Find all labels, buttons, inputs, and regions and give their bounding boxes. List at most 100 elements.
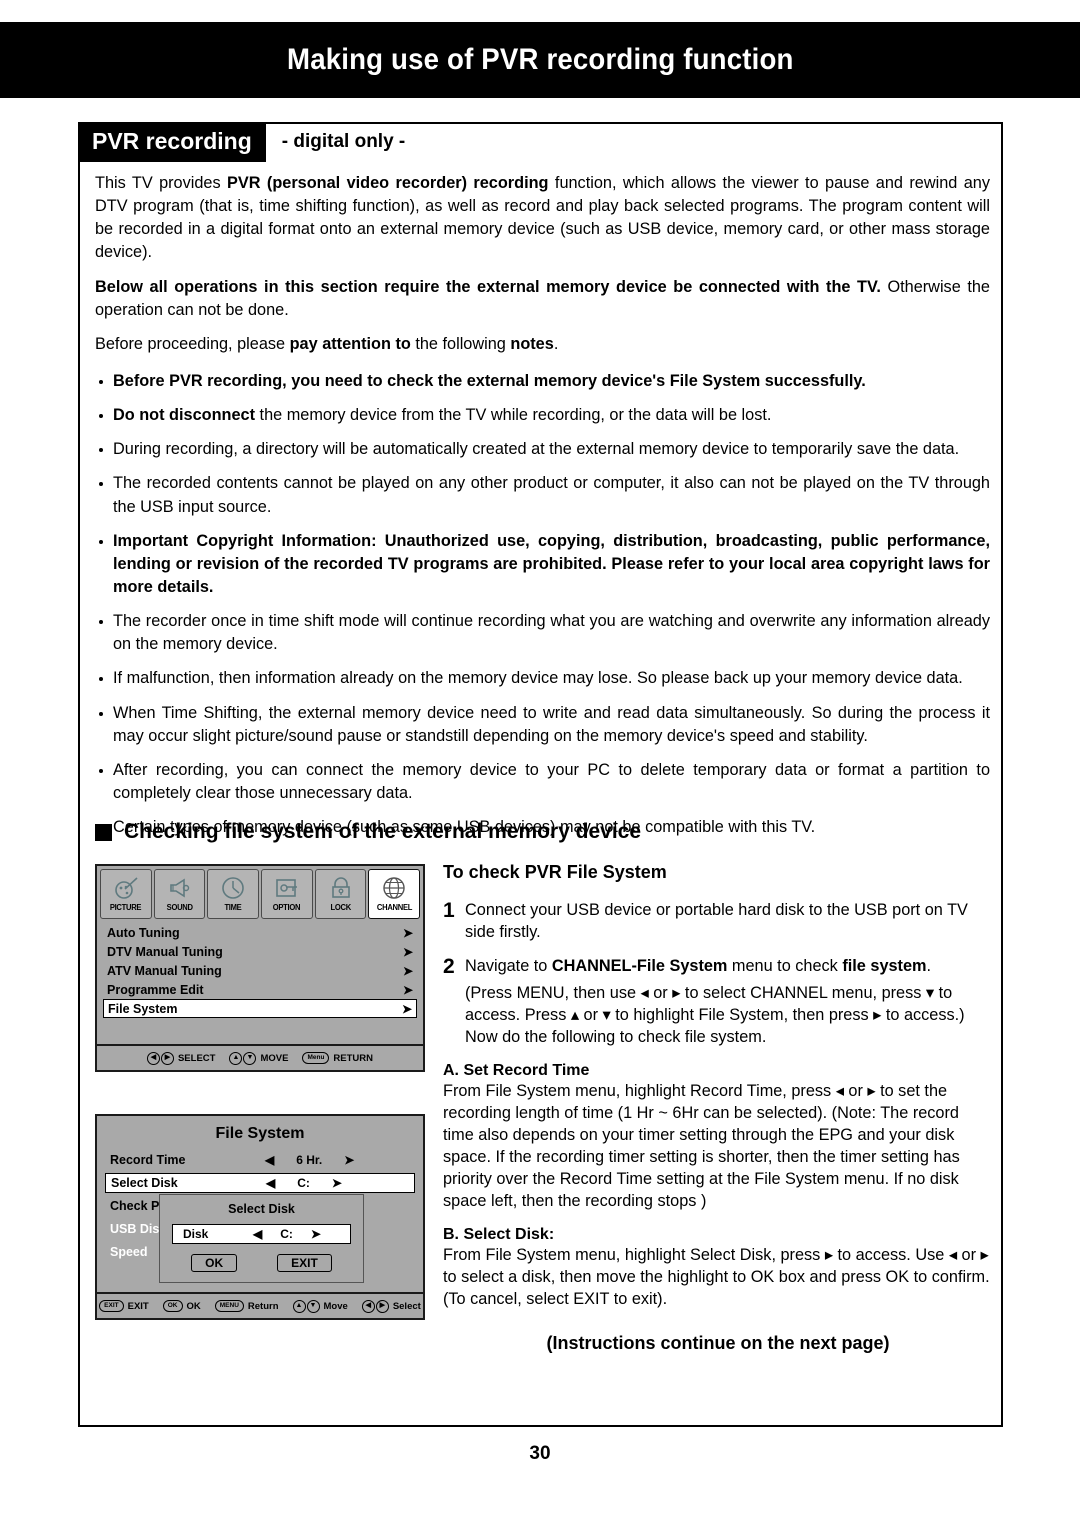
speaker-icon <box>167 872 193 903</box>
left-arrow-icon[interactable]: ◀ <box>253 1227 262 1241</box>
osd-menu-label: DTV Manual Tuning <box>107 944 223 959</box>
osd-icon-channel[interactable]: CHANNEL <box>368 869 421 919</box>
instruction-step-1: 1 Connect your USB device or portable ha… <box>443 899 993 943</box>
globe-icon <box>381 872 407 903</box>
attention-b: pay attention to <box>289 334 411 353</box>
osd-icon-label: SOUND <box>166 903 193 912</box>
intro-p1-a: This TV provides <box>95 174 228 192</box>
osd-footer-label: RETURN <box>333 1052 374 1064</box>
intro-p1-bold: PVR (personal video recorder) recording <box>227 174 549 192</box>
section-b-body: From File System menu, highlight Select … <box>443 1246 990 1309</box>
notes-list: Before PVR recording, you need to check … <box>95 370 990 839</box>
body-text-area: This TV provides PVR (personal video rec… <box>95 172 990 850</box>
osd-icon-label: TIME <box>224 903 242 912</box>
fs-row-label: Select Disk <box>111 1176 178 1190</box>
exit-button[interactable]: EXIT <box>277 1254 332 1272</box>
osd-icon-lock[interactable]: LOCK <box>314 869 367 919</box>
requirement-bold: Below all operations in this section req… <box>95 277 881 296</box>
osd-menu-item-dtv-manual-tuning[interactable]: DTV Manual Tuning ➤ <box>103 942 417 961</box>
left-arrow-icon[interactable]: ◀ <box>266 1176 275 1190</box>
right-arrow-icon[interactable]: ➤ <box>344 1153 354 1167</box>
fs-row-label: Record Time <box>110 1153 186 1167</box>
attention-a: Before proceeding, please <box>95 334 290 353</box>
osd-menu-item-file-system[interactable]: File System ➤ <box>103 999 417 1018</box>
osd-icon-time[interactable]: TIME <box>207 869 260 919</box>
osd-channel-menu: PICTURE SOUND TIME OPTION LOCK CHANNEL A… <box>95 864 425 1072</box>
attention-paragraph: Before proceeding, please pay attention … <box>95 333 990 356</box>
chevron-right-icon: ➤ <box>402 944 413 959</box>
chevron-right-icon: ➤ <box>401 1001 412 1016</box>
subsection-title: Checking file system of the external mem… <box>124 820 642 843</box>
osd-icon-label: LOCK <box>330 903 351 912</box>
list-item: Before PVR recording, you need to check … <box>95 370 990 393</box>
right-arrow-icon[interactable]: ➤ <box>311 1227 321 1241</box>
osd-file-system-footer: EXIT EXIT OK OK MENU Return ▲ ▼ Move ◀ ▶ S… <box>97 1292 423 1318</box>
fs-row-value: 6 Hr. <box>296 1153 323 1167</box>
step2-bold: CHANNEL-File System <box>551 957 728 975</box>
subsection-heading: Checking file system of the external mem… <box>95 820 641 844</box>
osd-menu-label: File System <box>108 1001 178 1016</box>
fs-row-value: C: <box>297 1176 310 1190</box>
left-right-keys-icon: ◀ ▶ <box>146 1051 174 1065</box>
section-tab-subtitle: - digital only - <box>281 131 406 152</box>
osd-footer-select: ◀ ▶ SELECT <box>146 1051 215 1065</box>
osd-footer-return: Menu RETURN <box>302 1052 373 1064</box>
down-arrow-icon: ▼ <box>243 1051 257 1065</box>
up-arrow-icon: ▲ <box>229 1051 243 1065</box>
left-arrow-icon: ◀ <box>146 1051 160 1065</box>
osd-icon-picture[interactable]: PICTURE <box>100 869 152 919</box>
page-title-banner: Making use of PVR recording function <box>0 22 1080 98</box>
attention-e: . <box>553 334 559 353</box>
note-text: Before PVR recording, you need to check … <box>113 371 866 390</box>
note-text: the memory device from the TV while reco… <box>255 406 772 425</box>
select-disk-dialog: Select Disk Disk ◀ C: ➤ OK EXIT <box>159 1194 364 1283</box>
fs-row-label: Check P <box>110 1199 160 1213</box>
lock-icon <box>328 872 354 903</box>
section-b-title: B. Select Disk: <box>443 1226 555 1244</box>
note-text: After recording, you can connect the mem… <box>113 760 990 802</box>
left-arrow-icon: ◀ <box>361 1299 375 1313</box>
fs-row-value-group: ◀ C: ➤ <box>266 1176 342 1190</box>
list-item: The recorded contents cannot be played o… <box>95 472 990 518</box>
instructions-heading: To check PVR File System <box>443 862 667 882</box>
osd-icon-sound[interactable]: SOUND <box>153 869 206 919</box>
osd-menu-item-atv-manual-tuning[interactable]: ATV Manual Tuning ➤ <box>103 961 417 980</box>
section-tab: PVR recording - digital only - <box>78 122 405 162</box>
dialog-disk-field[interactable]: Disk ◀ C: ➤ <box>172 1224 351 1244</box>
osd-menu-label: Programme Edit <box>107 982 204 997</box>
fs-row-record-time[interactable]: Record Time ◀ 6 Hr. ➤ <box>105 1150 415 1170</box>
chevron-right-icon: ➤ <box>402 982 413 997</box>
section-tab-label: PVR recording <box>78 122 266 162</box>
ok-button[interactable]: OK <box>191 1254 238 1272</box>
fs-row-select-disk[interactable]: Select Disk ◀ C: ➤ <box>105 1173 415 1193</box>
list-item: Important Copyright Information: Unautho… <box>95 530 990 599</box>
note-lead: Do not disconnect <box>113 406 256 425</box>
osd-icon-label: OPTION <box>273 903 301 912</box>
up-down-keys-icon: ▲ ▼ <box>229 1051 257 1065</box>
list-item: Do not disconnect the memory device from… <box>95 404 990 427</box>
dialog-field-label: Disk <box>183 1227 209 1241</box>
dialog-title: Select Disk <box>228 1202 295 1216</box>
chevron-right-icon: ➤ <box>402 963 413 978</box>
osd-footer-label: OK <box>186 1300 201 1312</box>
intro-paragraph: This TV provides PVR (personal video rec… <box>95 172 990 265</box>
osd-menu-label: Auto Tuning <box>107 925 180 940</box>
clock-icon <box>220 872 246 903</box>
note-text: Important Copyright Information: Unautho… <box>113 531 990 596</box>
step-text: Connect your USB device or portable hard… <box>465 901 968 941</box>
fs-row-label: USB Dis <box>110 1222 160 1236</box>
osd-icon-option[interactable]: OPTION <box>261 869 313 919</box>
requirement-paragraph: Below all operations in this section req… <box>95 276 990 322</box>
right-arrow-icon[interactable]: ➤ <box>332 1176 342 1190</box>
picture-icon <box>113 872 139 903</box>
osd-footer-label: EXIT <box>127 1300 149 1312</box>
left-right-keys-icon: ◀ ▶ <box>361 1299 389 1313</box>
osd-footer-move: ▲ ▼ Move <box>292 1299 348 1313</box>
left-arrow-icon[interactable]: ◀ <box>265 1153 274 1167</box>
osd-menu-item-auto-tuning[interactable]: Auto Tuning ➤ <box>103 923 417 942</box>
instruction-step-2: 2 Navigate to CHANNEL-File System menu t… <box>443 955 993 1048</box>
fs-row-label: Speed <box>110 1245 148 1259</box>
osd-menu-item-programme-edit[interactable]: Programme Edit ➤ <box>103 980 417 999</box>
menu-key-icon: Menu <box>302 1052 330 1064</box>
step2-bold2: file system <box>842 957 927 975</box>
